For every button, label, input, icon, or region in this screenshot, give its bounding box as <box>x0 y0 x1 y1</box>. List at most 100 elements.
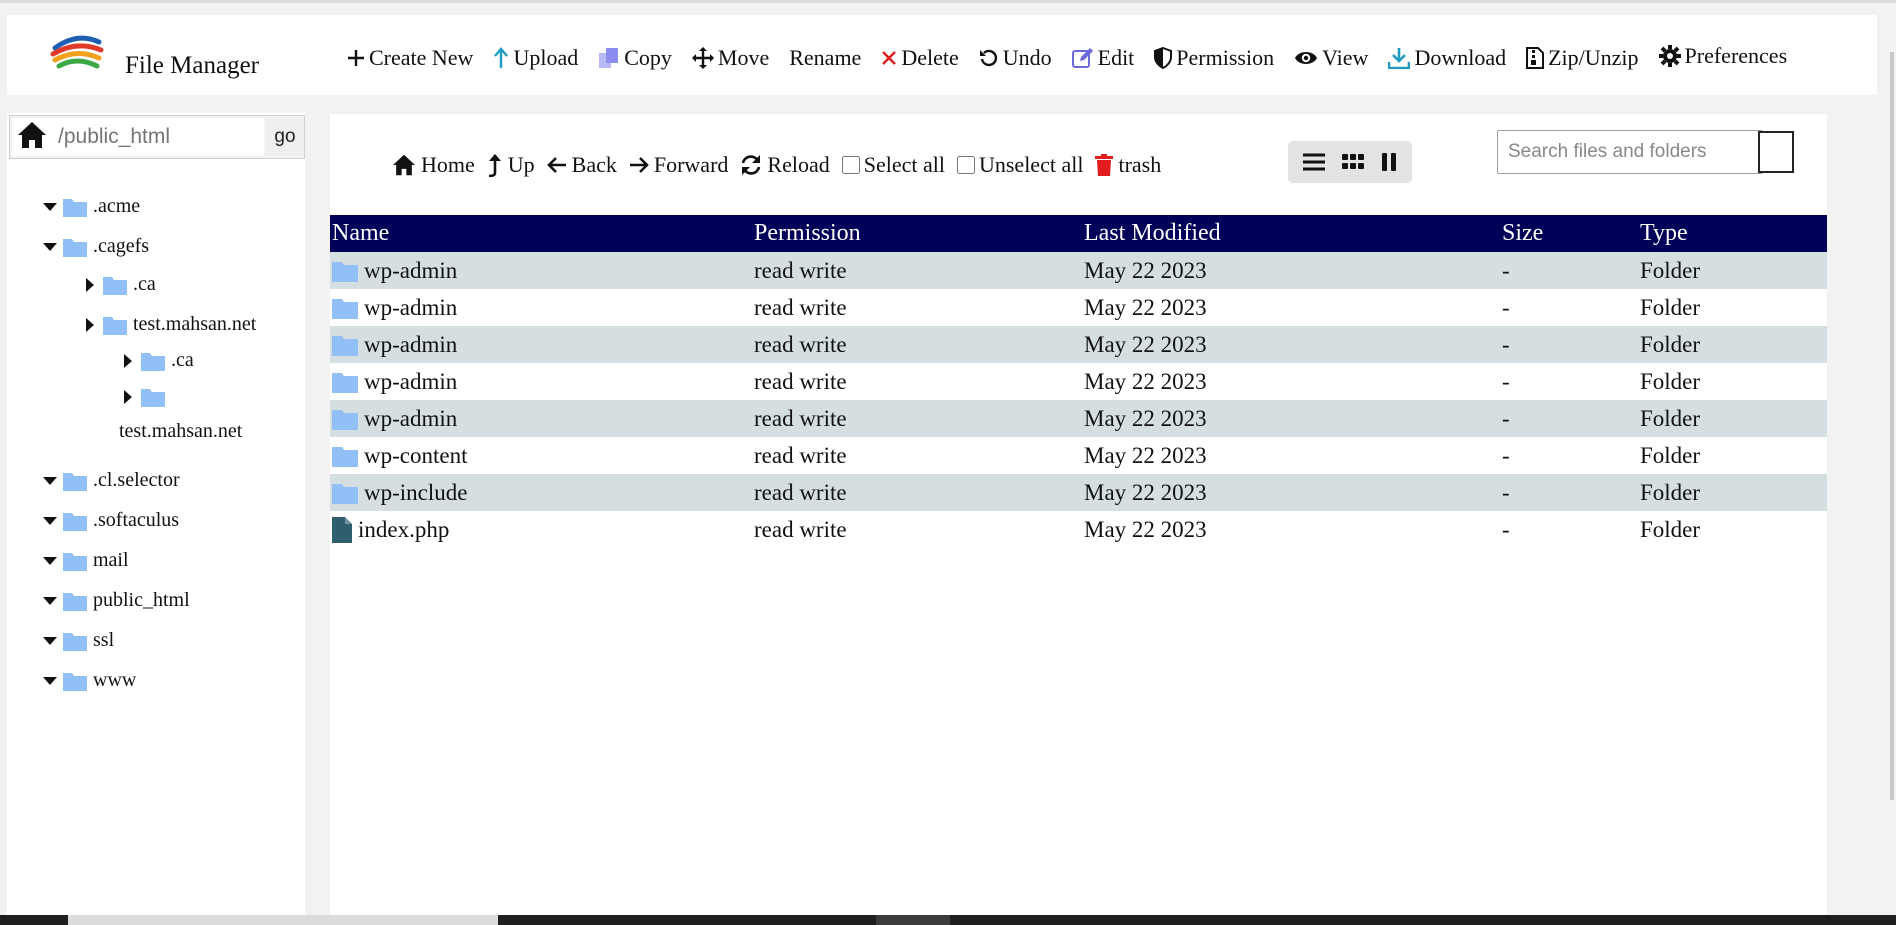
nav-back-button[interactable]: Back <box>546 152 617 178</box>
tree-label[interactable]: test.mahsan.net <box>119 420 242 443</box>
permission-button[interactable]: Permission <box>1154 45 1274 71</box>
search-input[interactable] <box>1497 130 1763 174</box>
file-name: wp-admin <box>364 294 458 320</box>
app-logo <box>49 28 105 74</box>
undo-button[interactable]: Undo <box>979 45 1052 71</box>
table-row[interactable]: wp-admin read write May 22 2023 - Folder <box>330 289 1827 326</box>
view-button[interactable]: View <box>1294 45 1368 71</box>
column-header-last-modified[interactable]: Last Modified <box>1082 215 1500 252</box>
file-icon <box>332 516 352 543</box>
caret-down-icon[interactable] <box>43 556 57 565</box>
column-header-type[interactable]: Type <box>1638 215 1827 252</box>
folder-icon <box>332 371 358 393</box>
folder-tree-sidebar: go .acme .cagefs .ca test.mahsan.net <box>7 113 305 925</box>
trash-icon <box>1095 154 1114 176</box>
permission-label: Permission <box>1176 45 1275 70</box>
list-view-icon[interactable] <box>1302 152 1326 172</box>
select-all-control[interactable]: Select all <box>841 152 945 178</box>
file-permission: read write <box>752 252 1082 289</box>
tree-label: public_html <box>93 589 190 611</box>
file-type: Folder <box>1638 474 1827 511</box>
column-header-name[interactable]: Name <box>330 215 752 252</box>
grid-view-icon[interactable] <box>1341 153 1365 171</box>
trash-button[interactable]: trash <box>1095 152 1161 178</box>
table-row[interactable]: wp-admin read write May 22 2023 - Folder <box>330 326 1827 363</box>
caret-right-icon[interactable] <box>121 390 135 404</box>
taskbar-app[interactable] <box>876 915 950 925</box>
rename-button[interactable]: Rename <box>789 45 861 71</box>
rename-label: Rename <box>789 45 862 70</box>
file-name: wp-content <box>364 442 468 468</box>
tree-label: .cl.selector <box>93 469 180 491</box>
column-view-icon[interactable] <box>1380 152 1398 172</box>
select-all-checkbox[interactable] <box>841 156 860 174</box>
folder-icon <box>63 671 87 691</box>
nav-home-button[interactable]: Home <box>392 152 475 178</box>
tree-item-www[interactable]: www <box>43 669 136 692</box>
table-row[interactable]: wp-include read write May 22 2023 - Fold… <box>330 474 1827 511</box>
nav-reload-button[interactable]: Reload <box>740 152 830 178</box>
move-button[interactable]: Move <box>691 45 769 71</box>
file-size: - <box>1502 516 1510 542</box>
delete-label: Delete <box>901 45 959 70</box>
delete-button[interactable]: Delete <box>881 45 959 71</box>
file-type: Folder <box>1638 400 1827 437</box>
tree-item-cagefs[interactable]: .cagefs <box>43 235 149 258</box>
nav-up-button[interactable]: Up <box>487 152 535 178</box>
unselect-all-control[interactable]: Unselect all <box>956 152 1083 178</box>
tree-item-acme[interactable]: .acme <box>43 195 140 218</box>
file-modified: May 22 2023 <box>1084 368 1207 394</box>
zip-unzip-button[interactable]: Zip/Unzip <box>1526 45 1639 71</box>
caret-right-icon[interactable] <box>83 317 97 332</box>
undo-label: Undo <box>1002 45 1052 70</box>
create-new-label: Create New <box>369 45 474 70</box>
download-button[interactable]: Download <box>1388 45 1506 71</box>
reload-icon <box>740 154 762 176</box>
tree-item-softaculus[interactable]: .softaculus <box>43 509 179 532</box>
caret-right-icon[interactable] <box>121 353 135 368</box>
caret-down-icon[interactable] <box>43 476 57 485</box>
caret-down-icon[interactable] <box>43 242 57 251</box>
search-button[interactable] <box>1758 131 1794 173</box>
upload-button[interactable]: Upload <box>493 45 578 71</box>
unselect-all-checkbox[interactable] <box>956 156 975 174</box>
level-up-icon <box>487 153 503 177</box>
edit-button[interactable]: Edit <box>1071 45 1134 71</box>
page-scrollbar[interactable] <box>1890 52 1894 800</box>
create-new-button[interactable]: Create New <box>347 45 473 71</box>
tree-item-public-html[interactable]: public_html <box>43 589 190 612</box>
tree-item-test-mahsan-net[interactable]: test.mahsan.net <box>83 313 256 336</box>
preferences-button[interactable]: Preferences <box>1658 43 1787 69</box>
caret-down-icon[interactable] <box>43 202 57 211</box>
tree-item-ssl[interactable]: ssl <box>43 629 114 652</box>
file-type: Folder <box>1640 442 1701 468</box>
tree-item-test-mahsan-net-nested[interactable] <box>121 387 171 407</box>
download-label: Download <box>1414 45 1507 70</box>
table-row[interactable]: wp-content read write May 22 2023 - Fold… <box>330 437 1827 474</box>
file-modified: May 22 2023 <box>1084 442 1207 468</box>
file-modified: May 22 2023 <box>1082 326 1500 363</box>
folder-icon <box>63 237 87 257</box>
tree-item-cl-selector[interactable]: .cl.selector <box>43 469 180 492</box>
caret-down-icon[interactable] <box>43 676 57 685</box>
nav-forward-button[interactable]: Forward <box>629 152 728 178</box>
column-header-permission[interactable]: Permission <box>752 215 1082 252</box>
file-name: index.php <box>358 516 450 542</box>
table-row[interactable]: wp-admin read write May 22 2023 - Folder <box>330 400 1827 437</box>
table-row[interactable]: index.php read write May 22 2023 - Folde… <box>330 511 1827 548</box>
tree-item-ca[interactable]: .ca <box>83 273 156 296</box>
copy-button[interactable]: Copy <box>598 45 672 71</box>
taskbar-app[interactable] <box>68 915 498 925</box>
tree-item-mail[interactable]: mail <box>43 549 129 572</box>
tree-item-ca-nested[interactable]: .ca <box>121 349 194 372</box>
caret-down-icon[interactable] <box>43 596 57 605</box>
caret-down-icon[interactable] <box>43 636 57 645</box>
file-permission: read write <box>754 516 847 542</box>
column-header-size[interactable]: Size <box>1500 215 1638 252</box>
table-row[interactable]: wp-admin read write May 22 2023 - Folder <box>330 252 1827 289</box>
caret-down-icon[interactable] <box>43 516 57 525</box>
view-mode-group <box>1288 141 1412 183</box>
table-row[interactable]: wp-admin read write May 22 2023 - Folder <box>330 363 1827 400</box>
gear-icon <box>1658 45 1681 67</box>
caret-right-icon[interactable] <box>83 277 97 292</box>
